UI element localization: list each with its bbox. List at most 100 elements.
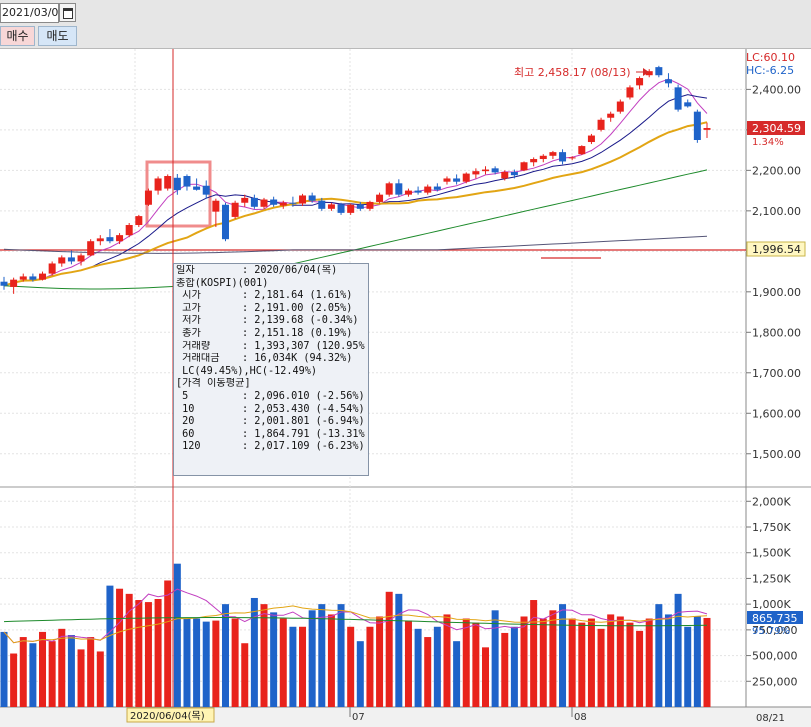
tooltip-value: : 2,017.109 (-6.23%) (242, 441, 365, 453)
candle-body (29, 276, 37, 280)
candle-body (144, 190, 152, 205)
volume-bar (491, 610, 499, 707)
calendar-icon[interactable] (59, 3, 76, 22)
toolbar: 2021/03/03 매수 매도 (0, 0, 811, 49)
volume-bar (472, 622, 480, 707)
volume-bar (0, 631, 8, 707)
price-y-tick-label: 1,500.00 (752, 448, 801, 461)
candle-body (270, 199, 278, 205)
volume-bar (212, 620, 220, 707)
volume-bar (193, 618, 201, 707)
date-input[interactable]: 2021/03/03 (0, 3, 59, 23)
tooltip-row: 20: 2,001.801 (-6.94%) (176, 416, 366, 429)
volume-y-tick-label: 1,250K (752, 572, 791, 585)
candle-body (684, 102, 692, 107)
tooltip-row: 거래대금: 16,034K (94.32%) (176, 353, 366, 366)
x-label-08: 08 (574, 712, 587, 723)
candle-body (433, 186, 441, 190)
tooltip-row: 고가: 2,191.00 (2.05%) (176, 303, 366, 316)
candle-body (482, 169, 489, 172)
buy-button[interactable]: 매수 (0, 26, 35, 46)
tooltip-label: 종합(KOSPI)(001) (176, 277, 269, 289)
volume-bar (424, 637, 432, 707)
data-tooltip: 일자: 2020/06/04(목) 종합(KOSPI)(001) 시가: 2,18… (173, 263, 369, 476)
candle-body (674, 87, 682, 110)
volume-bar (347, 626, 355, 707)
volume-bar (453, 641, 461, 707)
price-y-tick-label: 2,400.00 (752, 83, 801, 96)
candle-body (414, 190, 422, 193)
volume-bar (404, 620, 412, 707)
volume-bar (96, 651, 104, 707)
tooltip-row: [가격 이동평균] (176, 378, 366, 391)
volume-bar (645, 618, 653, 707)
candle-body (327, 204, 335, 209)
volume-bar (366, 626, 374, 707)
volume-y-tick-label: 1,500K (752, 547, 791, 560)
volume-bar (433, 626, 441, 707)
candle-body (221, 204, 229, 240)
tooltip-row: 시가: 2,181.64 (1.61%) (176, 290, 366, 303)
volume-bar (462, 618, 470, 707)
volume-bar (414, 628, 422, 707)
volume-bar (164, 580, 172, 707)
tooltip-label: 시가 (176, 290, 201, 302)
candle-body (154, 178, 162, 191)
volume-y-tick-label: 500,000 (752, 650, 798, 663)
volume-bar (693, 616, 701, 707)
candle-body (520, 162, 528, 171)
tooltip-label: 5 (176, 390, 189, 402)
candle-body (289, 202, 297, 204)
tooltip-label: 거래대금 (176, 353, 220, 365)
volume-bar (19, 637, 27, 707)
volume-bar (616, 616, 624, 707)
selected-date-label: 2020/06/04(목) (130, 710, 205, 722)
volume-bar (510, 626, 518, 707)
volume-bar (664, 614, 672, 707)
candle-body (77, 255, 85, 262)
candle-body (376, 194, 384, 202)
candle-body (116, 235, 124, 242)
volume-bar (116, 588, 124, 707)
volume-bar (385, 591, 393, 707)
tooltip-row: 종합(KOSPI)(001) (176, 278, 366, 291)
price-y-tick-label: 1,600.00 (752, 407, 801, 420)
volume-bar (279, 618, 287, 707)
tooltip-value: : 2020/06/04(목) (242, 265, 338, 276)
volume-bar (29, 643, 37, 707)
candle-body (539, 155, 547, 160)
candle-body (530, 159, 538, 163)
current-volume-pct: 95.79% (752, 626, 790, 637)
baseline-price-label: 1,996.54 (752, 243, 801, 256)
volume-bar (520, 616, 528, 707)
candle-body (366, 201, 374, 209)
volume-bar (250, 597, 258, 707)
price-volume-chart[interactable]: 2,400.002,300.002,200.002,100.002,000.00… (0, 49, 811, 727)
volume-y-tick-label: 1,000K (752, 598, 791, 611)
volume-y-tick-label: 1,750K (752, 521, 791, 534)
volume-bar (395, 593, 403, 707)
candle-body (655, 67, 663, 76)
tooltip-value: : 2,053.430 (-4.54%) (242, 403, 365, 415)
volume-y-tick-label: 2,000K (752, 495, 791, 508)
tooltip-value: : 2,151.18 (0.19%) (242, 327, 353, 339)
high-annotation: 최고 2,458.17 (08/13) (514, 66, 631, 79)
candle-body (212, 200, 220, 212)
tooltip-row: 10: 2,053.430 (-4.54%) (176, 404, 366, 417)
volume-bar (289, 626, 297, 707)
tooltip-label: 60 (176, 428, 195, 440)
tooltip-label: 거래량 (176, 340, 211, 352)
volume-bar (597, 628, 605, 707)
volume-y-tick-label: 250,000 (752, 675, 798, 688)
price-y-tick-label: 2,100.00 (752, 205, 801, 218)
tooltip-row: 거래량: 1,393,307 (120.95%) (176, 341, 366, 354)
candle-body (578, 146, 586, 155)
candle-body (607, 113, 615, 118)
candle-body (58, 257, 66, 264)
candle-body (241, 197, 249, 203)
volume-bar (260, 604, 268, 707)
price-panel[interactable] (0, 49, 746, 481)
candle-body (385, 183, 393, 195)
sell-button[interactable]: 매도 (38, 26, 77, 46)
price-y-tick-label: 1,900.00 (752, 286, 801, 299)
